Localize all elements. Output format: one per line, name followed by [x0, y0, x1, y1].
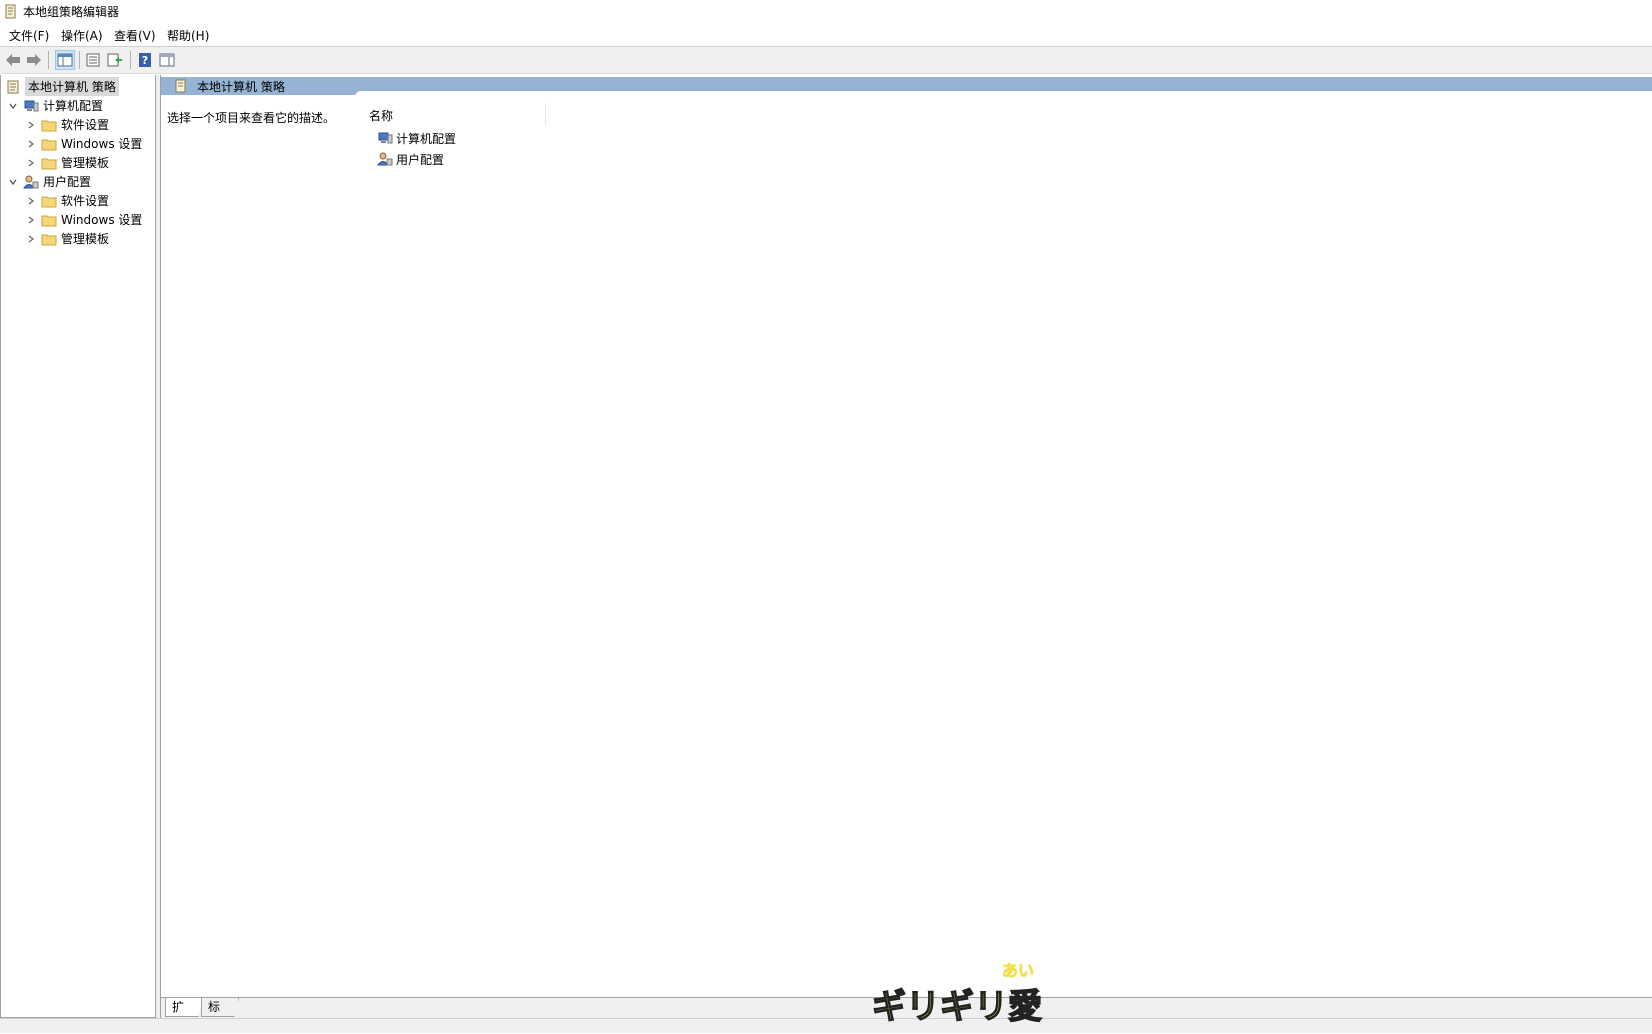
chevron-down-icon[interactable]: [7, 176, 19, 188]
folder-icon: [41, 196, 57, 207]
list-item-label: 计算机配置: [396, 131, 457, 146]
tree-item-admin-templates[interactable]: 管理模板: [25, 229, 109, 248]
back-arrow-icon: [6, 54, 20, 66]
properties-button[interactable]: [83, 50, 103, 70]
tree-item-label: 用户配置: [43, 175, 92, 189]
help-button[interactable]: ?: [135, 50, 155, 70]
tree-item-windows-settings[interactable]: Windows 设置: [25, 210, 142, 229]
tree-item-label: 软件设置: [61, 118, 110, 132]
toolbar-separator: [79, 51, 80, 69]
column-header-label: 名称: [369, 109, 394, 123]
help-icon: ?: [139, 53, 151, 67]
tree-item-label: 管理模板: [61, 232, 110, 246]
tree-item-windows-settings[interactable]: Windows 设置: [25, 134, 142, 153]
export-list-button[interactable]: [105, 50, 125, 70]
details-pane: 本地计算机 策略 选择一个项目来查看它的描述。 名称 计算机配置 用户配置 扩展…: [160, 75, 1652, 1019]
tree-item-user-config[interactable]: 用户配置: [7, 172, 91, 191]
computer-icon: [378, 132, 393, 144]
chevron-right-icon[interactable]: [25, 119, 37, 131]
policy-scroll-icon: [175, 79, 186, 93]
export-list-icon: [107, 53, 122, 67]
toolbar: ?: [0, 47, 1652, 74]
video-overlay-logo: あい ギリギリ愛: [871, 961, 1042, 1028]
forward-button[interactable]: [24, 50, 44, 70]
header-tab-shape: [355, 91, 1652, 97]
column-header-name[interactable]: 名称: [365, 103, 546, 125]
svg-text:?: ?: [142, 54, 148, 67]
tree-item-label: 本地计算机 策略: [25, 77, 119, 96]
menu-bar: 文件(F) 操作(A) 查看(V) 帮助(H): [0, 24, 1652, 47]
tab-extended[interactable]: 扩展: [165, 998, 203, 1017]
menu-view[interactable]: 查看(V): [114, 27, 156, 44]
chevron-right-icon[interactable]: [25, 195, 37, 207]
tree-item-computer-config[interactable]: 计算机配置: [7, 96, 103, 115]
tree-item-label: Windows 设置: [61, 137, 143, 151]
list-item-label: 用户配置: [396, 152, 445, 167]
policy-scroll-icon: [7, 80, 19, 93]
folder-icon: [41, 139, 57, 150]
user-icon: [377, 152, 393, 166]
show-hide-action-pane-button[interactable]: [157, 50, 177, 70]
menu-file[interactable]: 文件(F): [9, 27, 49, 44]
tree-item-label: 管理模板: [61, 156, 110, 170]
overlay-text: ギリギリ愛: [872, 987, 1042, 1027]
console-tree: 本地计算机 策略 计算机配置 软件设置 Windows 设置 管理模板 用户配置…: [0, 75, 156, 1018]
tree-item-local-computer-policy[interactable]: 本地计算机 策略: [5, 77, 119, 96]
description-text: 选择一个项目来查看它的描述。: [167, 111, 336, 125]
chevron-down-icon[interactable]: [7, 100, 19, 112]
list-item-computer-config[interactable]: 计算机配置: [377, 129, 456, 147]
back-button[interactable]: [3, 50, 23, 70]
tree-item-software-settings[interactable]: 软件设置: [25, 115, 109, 134]
tree-item-label: 计算机配置: [43, 99, 104, 113]
tab-standard[interactable]: 标准: [201, 998, 239, 1017]
tree-item-label: Windows 设置: [61, 213, 143, 227]
menu-action[interactable]: 操作(A): [61, 27, 103, 44]
forward-arrow-icon: [27, 54, 41, 66]
user-icon: [23, 175, 39, 188]
tree-item-admin-templates[interactable]: 管理模板: [25, 153, 109, 172]
show-hide-tree-button[interactable]: [55, 50, 75, 70]
menu-help[interactable]: 帮助(H): [167, 27, 209, 44]
chevron-right-icon[interactable]: [25, 138, 37, 150]
folder-icon: [41, 158, 57, 169]
toolbar-separator: [130, 51, 131, 69]
folder-icon: [41, 120, 57, 131]
tree-item-label: 软件设置: [61, 194, 110, 208]
list-item-user-config[interactable]: 用户配置: [377, 150, 444, 168]
details-header-title: 本地计算机 策略: [197, 80, 285, 94]
folder-icon: [41, 215, 57, 226]
status-bar: [0, 1018, 1652, 1033]
tree-item-software-settings[interactable]: 软件设置: [25, 191, 109, 210]
show-hide-console-tree-icon: [57, 53, 73, 67]
window-title: 本地组策略编辑器: [23, 5, 120, 19]
overlay-ruby: あい: [1002, 961, 1034, 980]
chevron-right-icon[interactable]: [25, 214, 37, 226]
chevron-right-icon[interactable]: [25, 157, 37, 169]
toolbar-separator: [48, 51, 49, 69]
show-hide-action-pane-icon: [159, 53, 175, 67]
chevron-right-icon[interactable]: [25, 233, 37, 245]
policy-scroll-icon: [5, 4, 16, 19]
computer-icon: [24, 100, 39, 111]
properties-list-icon: [86, 53, 100, 67]
title-bar: 本地组策略编辑器: [0, 0, 1652, 22]
folder-icon: [41, 234, 57, 245]
